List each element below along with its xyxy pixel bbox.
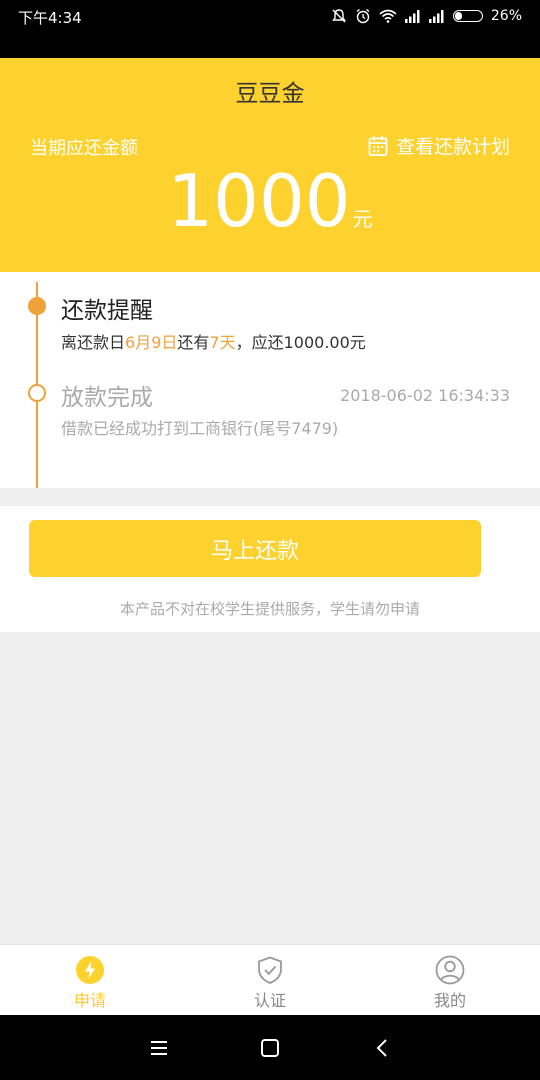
loan-desc: 借款已经成功打到工商银行(尾号7479) (61, 419, 339, 438)
signal-icon (404, 9, 420, 23)
days-left: 7天 (209, 333, 236, 352)
timeline-dot-inactive (28, 384, 46, 402)
header: 豆豆金 当期应还金额 查看还款计划 1000 元 (0, 58, 540, 272)
menu-icon[interactable] (148, 1037, 170, 1059)
view-plan-link[interactable]: 查看还款计划 (368, 132, 510, 159)
reminder-desc-suffix: ，应还1000.00元 (235, 333, 366, 352)
due-date: 6月9日 (125, 333, 178, 352)
battery-icon (452, 10, 483, 22)
home-icon[interactable] (259, 1037, 281, 1059)
signal-icon (428, 9, 444, 23)
status-bar: 下午4:34 26% (0, 0, 540, 58)
reminder-desc-mid: 还有 (177, 333, 210, 352)
reminder-title: 还款提醒 (61, 298, 153, 324)
alarm-icon (356, 8, 370, 24)
repayment-timeline: 还款提醒 离还款日6月9日还有7天，应还1000.00元 放款完成 2018-0… (0, 272, 540, 488)
tab-bar: 申请 认证 我的 (0, 944, 540, 1016)
system-nav-bar (0, 1015, 540, 1080)
tab-mine[interactable]: 我的 (400, 955, 500, 1011)
tab-apply-label: 申请 (73, 991, 106, 1010)
reminder-desc-prefix: 离还款日 (61, 333, 126, 352)
student-notice: 本产品不对在校学生提供服务，学生请勿申请 (119, 600, 420, 618)
amount-label: 当期应还金额 (30, 138, 138, 159)
page-title: 豆豆金 (235, 81, 305, 107)
view-plan-label: 查看还款计划 (395, 136, 510, 158)
timeline-dot-active (28, 297, 46, 315)
battery-percent: 26% (490, 8, 522, 24)
tab-verify[interactable]: 认证 (220, 955, 320, 1011)
amount-value: 1000 (167, 159, 351, 243)
tab-apply[interactable]: 申请 (40, 955, 140, 1011)
amount-display: 1000 元 (0, 159, 540, 243)
wifi-icon (379, 9, 397, 23)
repay-now-button[interactable]: 马上还款 (29, 520, 481, 577)
lightning-icon (76, 956, 104, 984)
amount-unit: 元 (352, 207, 373, 231)
status-icons: 26% (331, 6, 522, 26)
tab-mine-label: 我的 (433, 991, 466, 1010)
mute-icon (331, 9, 346, 23)
status-time: 下午4:34 (18, 9, 82, 27)
action-area: 马上还款 本产品不对在校学生提供服务，学生请勿申请 (0, 506, 540, 632)
calendar-icon (368, 135, 388, 156)
tab-verify-label: 认证 (253, 991, 286, 1010)
battery-fill (454, 12, 462, 20)
back-icon[interactable] (372, 1037, 394, 1059)
reminder-desc: 离还款日6月9日还有7天，应还1000.00元 (61, 329, 366, 353)
loan-time: 2018-06-02 16:34:33 (340, 386, 510, 405)
user-icon (435, 955, 465, 985)
loan-title: 放款完成 (61, 385, 153, 411)
shield-check-icon (258, 956, 282, 984)
